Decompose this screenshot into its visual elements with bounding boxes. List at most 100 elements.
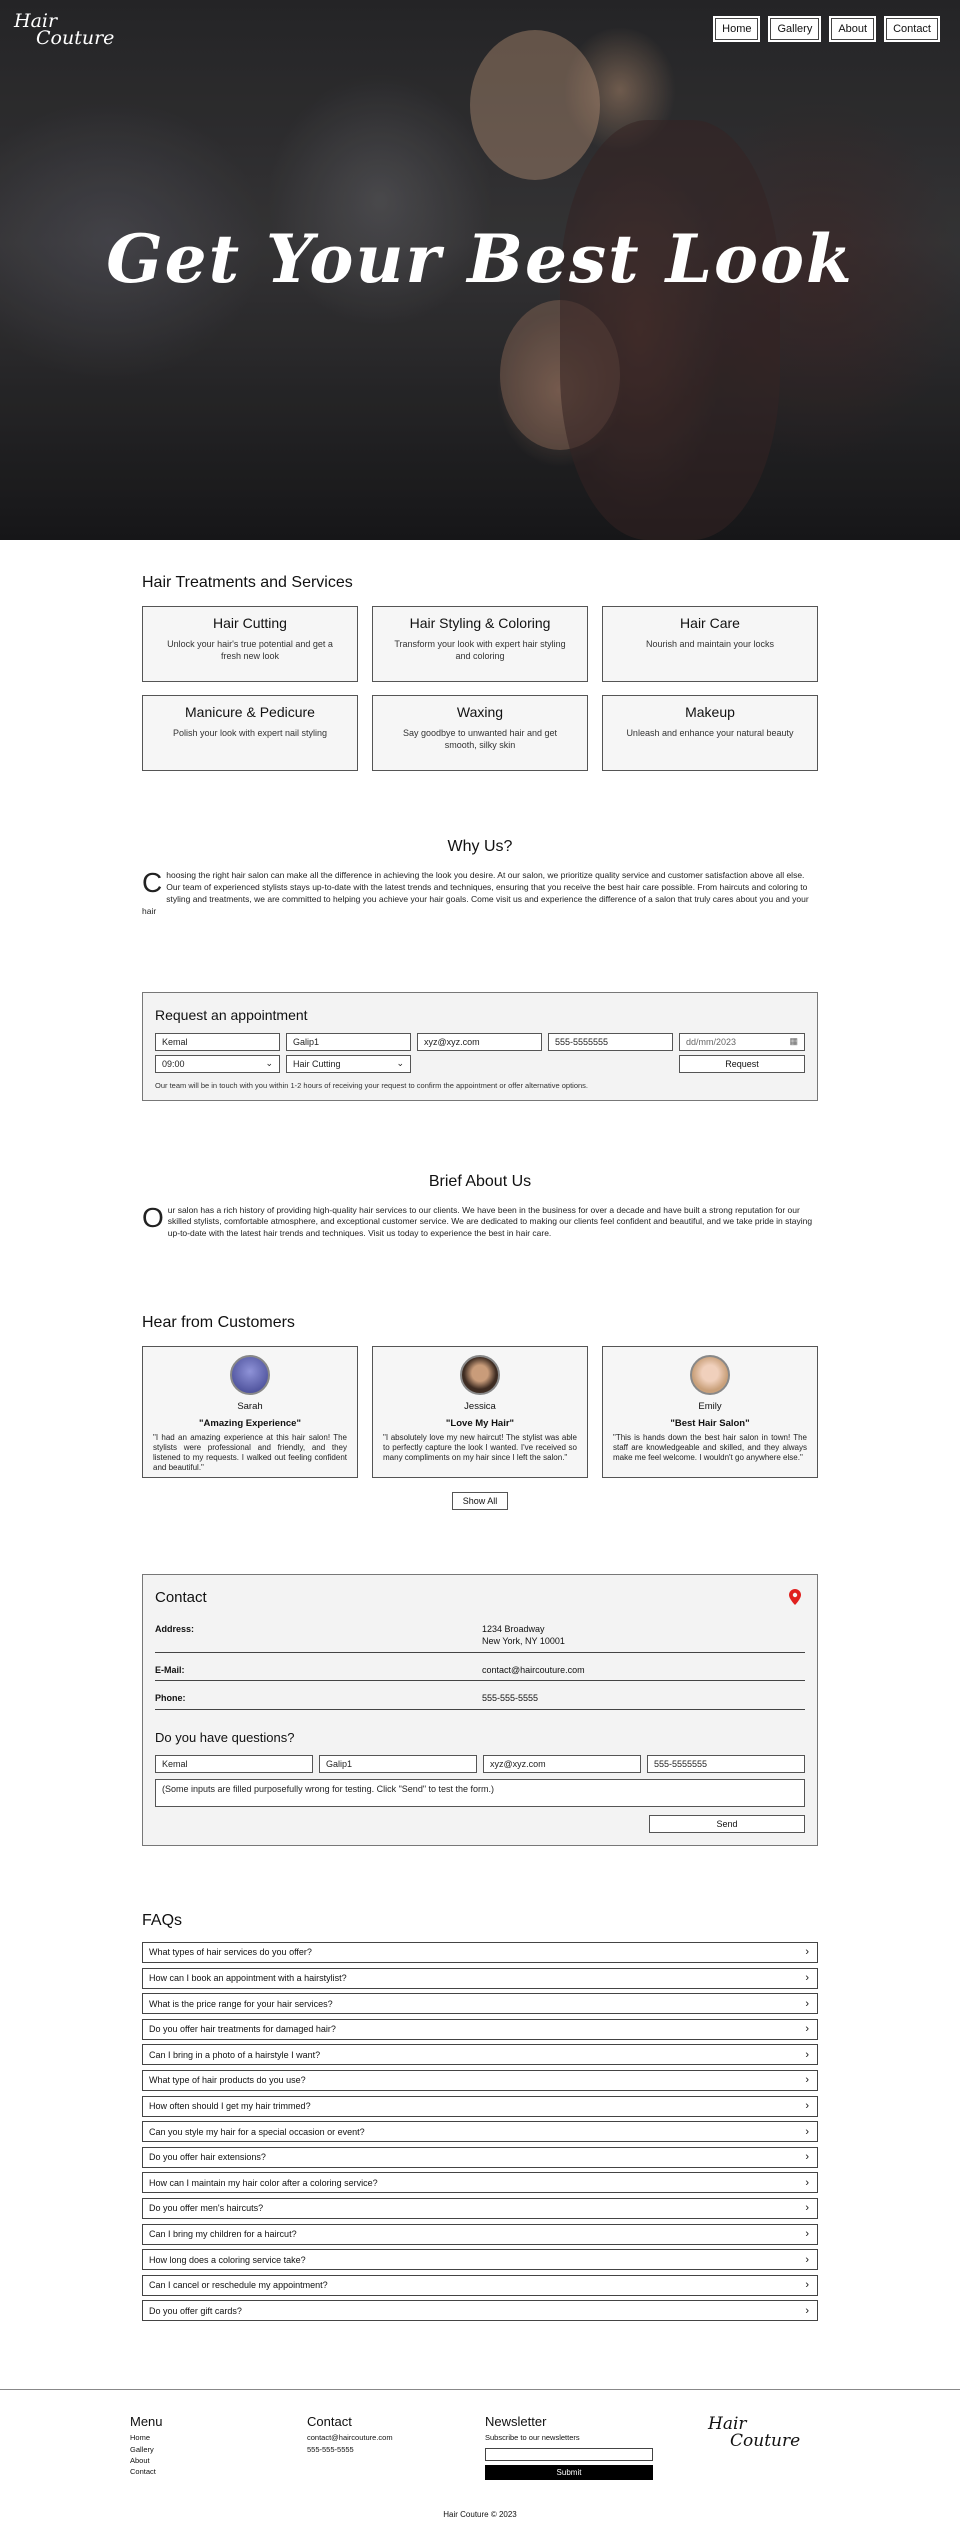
faq-question: Do you offer men's haircuts? [149,2203,264,2214]
about-section: Brief About Us Our salon has a rich hist… [142,1173,818,1241]
location-pin-icon[interactable] [789,1589,801,1606]
service-name: Manicure & Pedicure [185,704,315,720]
service-card: Hair Cutting Unlock your hair's true pote… [142,606,358,682]
q-phone-input[interactable]: 555-5555555 [647,1754,805,1773]
questions-title: Do you have questions? [155,1729,295,1745]
hero-photo-stylist [470,30,600,180]
testimonial-name: Jessica [464,1401,496,1413]
chevron-right-icon: › [805,2202,809,2215]
address-line2: New York, NY 10001 [482,1635,565,1646]
testimonial-name: Emily [698,1401,722,1413]
service-select[interactable]: Hair Cutting ⌄ [286,1054,411,1073]
faq-item[interactable]: How can I maintain my hair color after a… [142,2172,818,2194]
site-logo[interactable]: Hair Couture [14,12,114,48]
email-input[interactable]: xyz@xyz.com [417,1032,542,1051]
about-body: ur salon has a rich history of providing… [167,1204,813,1239]
appointment-title: Request an appointment [155,1006,308,1023]
address-line1: 1234 Broadway [482,1624,545,1635]
faq-question: How can I maintain my hair color after a… [149,2177,378,2188]
service-card: Manicure & Pedicure Polish your look with… [142,695,358,771]
footer-link-contact[interactable]: Contact [130,2466,163,2477]
nav-contact[interactable]: Contact [884,16,940,42]
footer-link-about[interactable]: About [130,2455,163,2466]
why-us-body: hoosing the right hair salon can make al… [142,870,809,916]
avatar [230,1355,270,1396]
time-value: 09:00 [162,1058,185,1069]
faq-item[interactable]: Can I bring my children for a haircut? › [142,2223,818,2245]
faq-item[interactable]: Do you offer gift cards? › [142,2300,818,2322]
main-nav: Home Gallery About Contact [713,16,940,42]
last-name-input[interactable]: Galip1 [286,1032,411,1051]
phone-input[interactable]: 555-5555555 [548,1032,673,1051]
faq-question: How often should I get my hair trimmed? [149,2101,311,2112]
newsletter-submit-button[interactable]: Submit [485,2464,653,2480]
hero-photo-body [560,120,780,540]
faq-section: FAQs What types of hair services do you … [142,1912,818,2322]
faq-item[interactable]: Can you style my hair for a special occa… [142,2121,818,2143]
service-desc: Unlock your hair's true potential and ge… [167,639,333,661]
faq-question: What is the price range for your hair se… [149,1998,333,2009]
faq-item[interactable]: What types of hair services do you offer… [142,1941,818,1963]
nav-gallery[interactable]: Gallery [768,16,822,42]
footer-phone[interactable]: 555-555-5555 [307,2444,393,2455]
faq-item[interactable]: Can I cancel or reschedule my appointmen… [142,2274,818,2296]
time-select[interactable]: 09:00 ⌄ [155,1054,280,1073]
testimonial-name: Sarah [237,1401,263,1413]
chevron-right-icon: › [805,2023,809,2036]
chevron-right-icon: › [805,2100,809,2113]
contact-email[interactable]: contact@haircouture.com [482,1665,585,1677]
date-placeholder: dd/mm/2023 [686,1036,737,1047]
faq-question: Can I cancel or reschedule my appointmen… [149,2280,328,2291]
faq-question: Can I bring in a photo of a hairstyle I … [149,2049,321,2060]
faq-item[interactable]: Do you offer hair treatments for damaged… [142,2018,818,2040]
faq-item[interactable]: How long does a coloring service take? › [142,2249,818,2271]
main-content: Hair Treatments and Services Hair Cuttin… [142,574,818,2322]
faq-item[interactable]: Can I bring in a photo of a hairstyle I … [142,2044,818,2066]
email-row: E-Mail: contact@haircouture.com [155,1661,805,1682]
newsletter-subtitle: Subscribe to our newsletters [485,2433,580,2443]
first-name-input[interactable]: Kemal [155,1032,280,1051]
faq-question: Can you style my hair for a special occa… [149,2126,365,2137]
faq-item[interactable]: What type of hair products do you use? › [142,2069,818,2091]
testimonial-headline: "Best Hair Salon" [670,1418,750,1430]
footer-newsletter: Newsletter Subscribe to our newsletters … [485,2414,653,2480]
send-button[interactable]: Send [649,1814,805,1833]
nav-about[interactable]: About [829,16,877,42]
faq-question: How long does a coloring service take? [149,2254,306,2265]
services-section: Hair Treatments and Services Hair Cuttin… [142,574,818,771]
about-dropcap: O [142,1201,164,1233]
chevron-right-icon: › [805,2125,809,2138]
footer-email[interactable]: contact@haircouture.com [307,2432,393,2443]
date-input[interactable]: dd/mm/2023 ▦ [679,1032,805,1051]
service-desc: Unleash and enhance your natural beauty [626,728,794,738]
message-textarea[interactable]: (Some inputs are filled purposefully wro… [155,1778,805,1807]
why-us-dropcap: C [142,867,163,898]
service-value: Hair Cutting [293,1058,341,1069]
q-email-input[interactable]: xyz@xyz.com [483,1754,641,1773]
email-label: E-Mail: [155,1664,185,1675]
chevron-right-icon: › [805,1997,809,2010]
faq-item[interactable]: How often should I get my hair trimmed? › [142,2095,818,2117]
faq-item[interactable]: Do you offer men's haircuts? › [142,2197,818,2219]
q-last-name-input[interactable]: Galip1 [319,1754,477,1773]
show-all-button[interactable]: Show All [452,1492,508,1511]
chevron-right-icon: › [805,2279,809,2292]
faq-question: Do you offer hair extensions? [149,2152,266,2163]
service-name: Hair Styling & Coloring [409,615,551,631]
chevron-right-icon: › [805,2304,809,2317]
calendar-icon[interactable]: ▦ [789,1036,798,1047]
q-first-name-input[interactable]: Kemal [155,1754,313,1773]
newsletter-email-input[interactable] [485,2447,653,2461]
footer-link-gallery[interactable]: Gallery [130,2444,163,2455]
request-button[interactable]: Request [679,1054,805,1073]
faq-item[interactable]: How can I book an appointment with a hai… [142,1967,818,1989]
footer-logo[interactable]: Hair Couture [708,2416,800,2450]
contact-phone[interactable]: 555-555-5555 [482,1693,538,1705]
footer-link-home[interactable]: Home [130,2432,163,2443]
faq-item[interactable]: Do you offer hair extensions? › [142,2146,818,2168]
nav-home[interactable]: Home [713,16,761,42]
appointment-form: Request an appointment Kemal Galip1 xyz@… [142,991,818,1101]
copyright: Hair Couture © 2023 [443,2510,517,2520]
faq-item[interactable]: What is the price range for your hair se… [142,1993,818,2015]
about-title: Brief About Us [428,1172,532,1190]
